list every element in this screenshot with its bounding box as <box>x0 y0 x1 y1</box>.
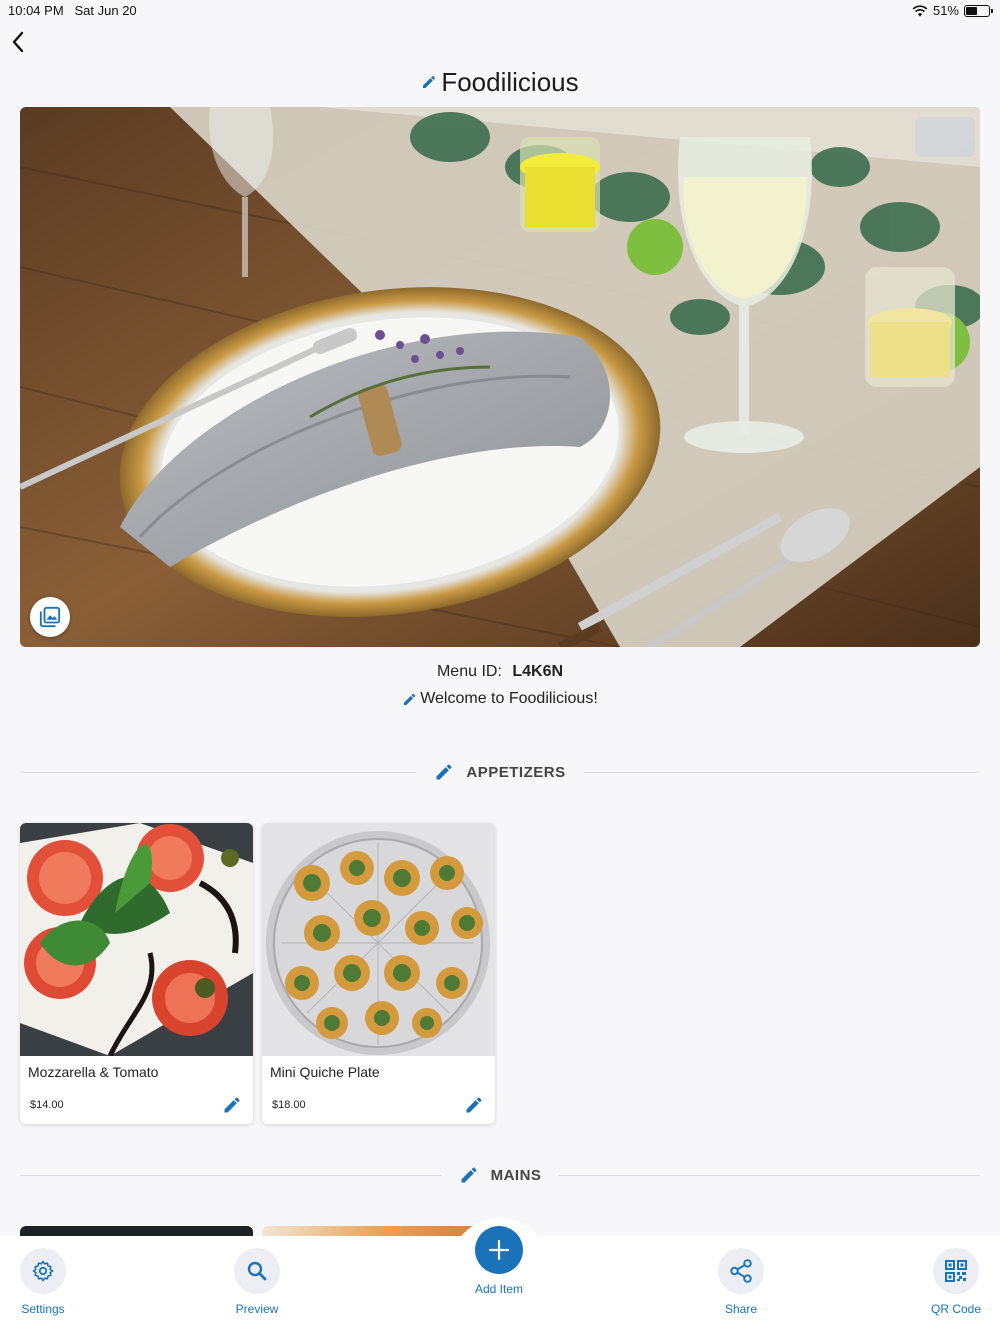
status-time: 10:04 PM Sat Jun 20 <box>8 3 137 18</box>
back-button[interactable] <box>4 28 32 56</box>
tab-preview[interactable]: Preview <box>212 1248 302 1316</box>
edit-item-button[interactable] <box>463 1094 485 1116</box>
edit-item-button[interactable] <box>221 1094 243 1116</box>
battery-icon <box>964 4 993 17</box>
welcome-message-row[interactable]: Welcome to Foodilicious! <box>0 690 1000 708</box>
qr-code-button[interactable] <box>933 1248 979 1294</box>
clock-date: Sat Jun 20 <box>74 3 137 18</box>
section-title-group[interactable]: APPETIZERS <box>416 762 583 782</box>
page-title: Foodilicious <box>441 66 579 97</box>
divider <box>583 771 980 773</box>
status-bar: 10:04 PM Sat Jun 20 51% <box>0 0 1000 22</box>
battery-percent: 51% <box>932 3 959 18</box>
section-title-group[interactable]: MAINS <box>441 1165 560 1185</box>
table-setting-photo <box>20 107 980 647</box>
section-header-appetizers: APPETIZERS <box>20 760 980 784</box>
tab-share[interactable]: Share <box>696 1248 786 1316</box>
pencil-icon <box>466 1097 482 1113</box>
hero-image <box>20 107 980 647</box>
welcome-message: Welcome to Foodilicious! <box>420 690 598 707</box>
divider <box>559 1174 980 1176</box>
mini-quiche-photo <box>262 823 495 1056</box>
wifi-icon <box>912 4 928 16</box>
menu-item-card[interactable]: Mozzarella & Tomato $14.00 <box>20 823 253 1124</box>
pencil-icon <box>404 693 416 705</box>
share-button[interactable] <box>718 1248 764 1294</box>
settings-button[interactable] <box>20 1248 66 1294</box>
pencil-icon <box>224 1097 240 1113</box>
tab-label: Add Item <box>474 1282 524 1296</box>
qr-code-icon <box>945 1260 967 1282</box>
tab-label: Share <box>724 1302 758 1316</box>
pencil-icon <box>423 75 436 88</box>
item-name: Mini Quiche Plate <box>270 1064 380 1080</box>
menu-title-row[interactable]: Foodilicious <box>0 64 1000 100</box>
change-photo-button[interactable] <box>30 597 70 637</box>
preview-button[interactable] <box>234 1248 280 1294</box>
divider <box>20 771 417 773</box>
add-item-button[interactable] <box>475 1226 523 1274</box>
tab-label: QR Code <box>930 1302 982 1316</box>
tab-label: Settings <box>21 1302 65 1316</box>
pencil-icon[interactable] <box>459 1165 479 1185</box>
section-header-mains: MAINS <box>20 1163 980 1187</box>
menu-id-label: Menu ID: <box>436 663 502 680</box>
item-name: Mozzarella & Tomato <box>28 1064 159 1080</box>
share-icon <box>730 1259 752 1283</box>
plus-icon <box>488 1239 510 1261</box>
clock-time: 10:04 PM <box>8 3 64 18</box>
mozzarella-tomato-photo <box>20 823 253 1056</box>
photo-library-icon <box>39 606 61 628</box>
tab-settings[interactable]: Settings <box>0 1248 88 1316</box>
menu-id-value: L4K6N <box>512 663 564 680</box>
tab-qr-code[interactable]: QR Code <box>911 1248 1000 1316</box>
item-price: $14.00 <box>30 1099 64 1111</box>
gear-icon <box>32 1260 54 1282</box>
item-price: $18.00 <box>272 1099 306 1111</box>
tab-label: Preview <box>235 1302 279 1316</box>
divider <box>20 1174 441 1176</box>
tab-add-item[interactable]: Add Item <box>454 1226 544 1296</box>
section-title: APPETIZERS <box>466 763 566 781</box>
menu-id: Menu ID: L4K6N <box>0 663 1000 681</box>
status-indicators: 51% <box>912 3 993 18</box>
battery-level <box>966 6 978 15</box>
chevron-left-icon <box>12 31 24 53</box>
section-title: MAINS <box>490 1166 542 1184</box>
search-icon <box>247 1261 267 1281</box>
menu-item-card[interactable]: Mini Quiche Plate $18.00 <box>262 823 495 1124</box>
pencil-icon[interactable] <box>434 762 454 782</box>
